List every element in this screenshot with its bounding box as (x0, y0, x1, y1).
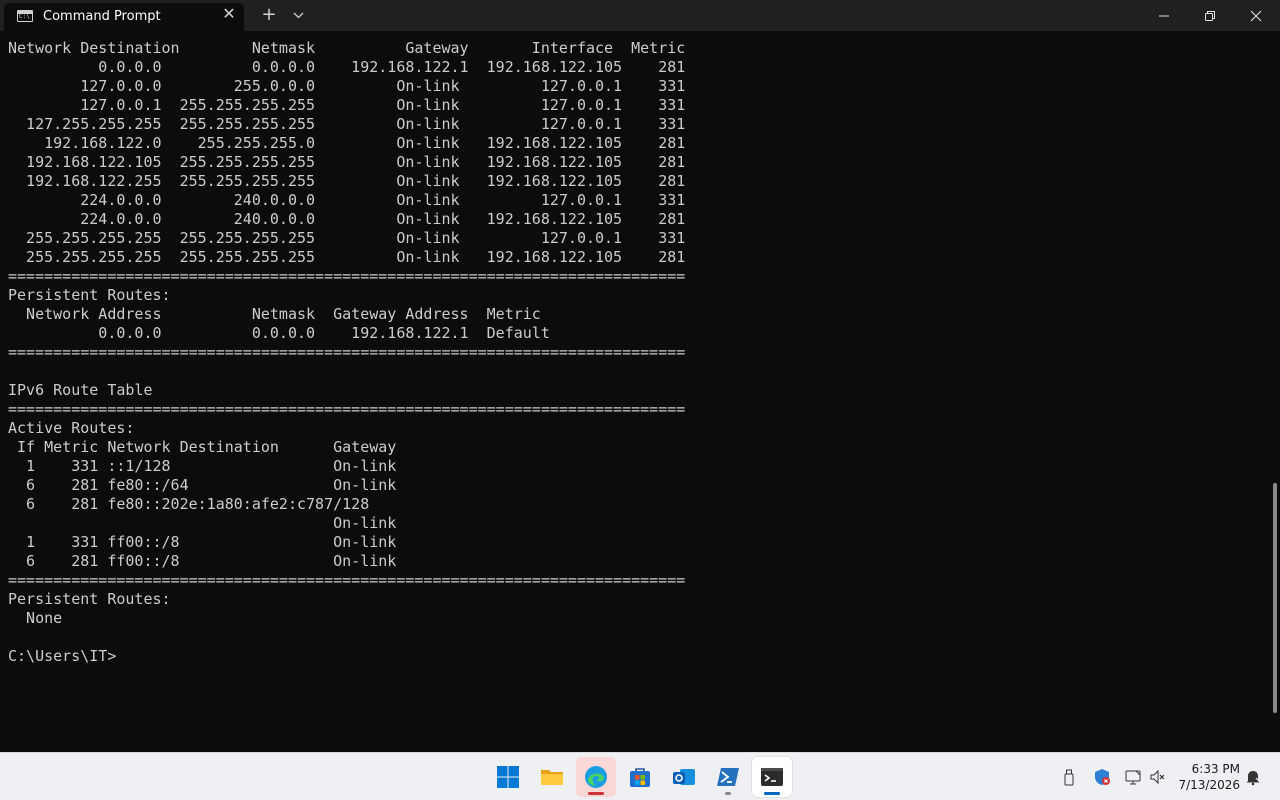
app-active-indicator (764, 792, 780, 795)
terminal-line: 127.0.0.1 255.255.255.255 On-link 127.0.… (8, 96, 686, 114)
new-tab-button[interactable]: + (257, 3, 281, 27)
minimize-button[interactable] (1141, 0, 1187, 31)
restore-button[interactable] (1187, 0, 1233, 31)
terminal-line: 6 281 ff00::/8 On-link (8, 552, 397, 570)
terminal-line: 6 281 fe80::/64 On-link (8, 476, 397, 494)
notification-icon[interactable] (1244, 768, 1262, 786)
folder-icon (541, 770, 563, 785)
taskbar-store[interactable] (620, 757, 660, 797)
app-running-indicator (588, 792, 604, 795)
terminal-line: ========================================… (8, 267, 686, 285)
windows-logo-icon (497, 766, 519, 788)
minimize-icon (1159, 15, 1169, 17)
terminal-line: Network Address Netmask Gateway Address … (8, 305, 541, 323)
terminal-line: 224.0.0.0 240.0.0.0 On-link 192.168.122.… (8, 210, 686, 228)
terminal-scrollbar[interactable] (1272, 31, 1280, 752)
network-icon[interactable] (1124, 768, 1142, 786)
terminal-text: Network Destination Netmask Gateway Inte… (8, 39, 685, 666)
taskbar-file-explorer[interactable] (532, 757, 572, 797)
terminal-line: 1 331 ::1/128 On-link (8, 457, 397, 475)
cmd-icon (17, 10, 33, 22)
volume-muted-icon[interactable] (1149, 768, 1167, 786)
terminal-line: Network Destination Netmask Gateway Inte… (8, 39, 686, 57)
tab-close-button[interactable]: ✕ (220, 5, 238, 23)
taskbar-terminal[interactable] (752, 757, 792, 797)
powershell-icon (717, 768, 739, 786)
title-bar: Command Prompt ✕ + (0, 0, 1280, 31)
close-window-button[interactable] (1233, 0, 1279, 31)
terminal-line: ========================================… (8, 571, 686, 589)
terminal-line: IPv6 Route Table (8, 381, 153, 399)
terminal-line: 0.0.0.0 0.0.0.0 192.168.122.1 192.168.12… (8, 58, 686, 76)
taskbar-powershell[interactable] (708, 757, 748, 797)
scrollbar-thumb[interactable] (1273, 483, 1277, 713)
usb-icon[interactable] (1060, 768, 1078, 786)
terminal-line: 1 331 ff00::/8 On-link (8, 533, 397, 551)
terminal-line: 192.168.122.0 255.255.255.0 On-link 192.… (8, 134, 686, 152)
start-button[interactable] (488, 757, 528, 797)
terminal-line: 192.168.122.255 255.255.255.255 On-link … (8, 172, 686, 190)
terminal-icon (761, 768, 783, 786)
security-icon[interactable] (1093, 768, 1111, 786)
terminal-line: ========================================… (8, 400, 686, 418)
terminal-line: 127.255.255.255 255.255.255.255 On-link … (8, 115, 686, 133)
terminal-line: C:\Users\IT> (8, 647, 117, 665)
clock-time: 6:33 PM (1191, 762, 1240, 776)
taskbar: 6:33 PM 7/13/2026 (0, 752, 1280, 800)
tab-dropdown-button[interactable] (288, 3, 310, 27)
chevron-down-icon (293, 12, 304, 19)
taskbar-edge[interactable] (576, 757, 616, 797)
terminal-output-area[interactable]: Network Destination Netmask Gateway Inte… (0, 31, 1272, 752)
tab-title: Command Prompt (43, 9, 161, 24)
terminal-line: Persistent Routes: (8, 590, 171, 608)
terminal-line: 255.255.255.255 255.255.255.255 On-link … (8, 229, 686, 247)
terminal-line: If Metric Network Destination Gateway (8, 438, 397, 456)
clock-date: 7/13/2026 (1178, 778, 1240, 792)
terminal-line: 192.168.122.105 255.255.255.255 On-link … (8, 153, 686, 171)
terminal-line: ========================================… (8, 343, 686, 361)
tab-command-prompt[interactable]: Command Prompt ✕ (4, 3, 244, 31)
store-icon (630, 768, 650, 787)
restore-icon (1205, 11, 1215, 21)
close-icon (1250, 10, 1262, 22)
terminal-line: 6 281 fe80::202e:1a80:afe2:c787/128 (8, 495, 370, 513)
edge-icon (585, 766, 607, 788)
outlook-icon (673, 769, 695, 785)
app-running-indicator (725, 792, 731, 795)
terminal-line: None (8, 609, 63, 627)
system-clock[interactable]: 6:33 PM 7/13/2026 (1176, 761, 1240, 793)
terminal-line: Persistent Routes: (8, 286, 171, 304)
terminal-line: Active Routes: (8, 419, 135, 437)
terminal-line: 255.255.255.255 255.255.255.255 On-link … (8, 248, 686, 266)
terminal-line: 127.0.0.0 255.0.0.0 On-link 127.0.0.1 33… (8, 77, 686, 95)
taskbar-outlook[interactable] (664, 757, 704, 797)
terminal-line: 0.0.0.0 0.0.0.0 192.168.122.1 Default (8, 324, 550, 342)
terminal-line: On-link (8, 514, 397, 532)
terminal-line: 224.0.0.0 240.0.0.0 On-link 127.0.0.1 33… (8, 191, 686, 209)
